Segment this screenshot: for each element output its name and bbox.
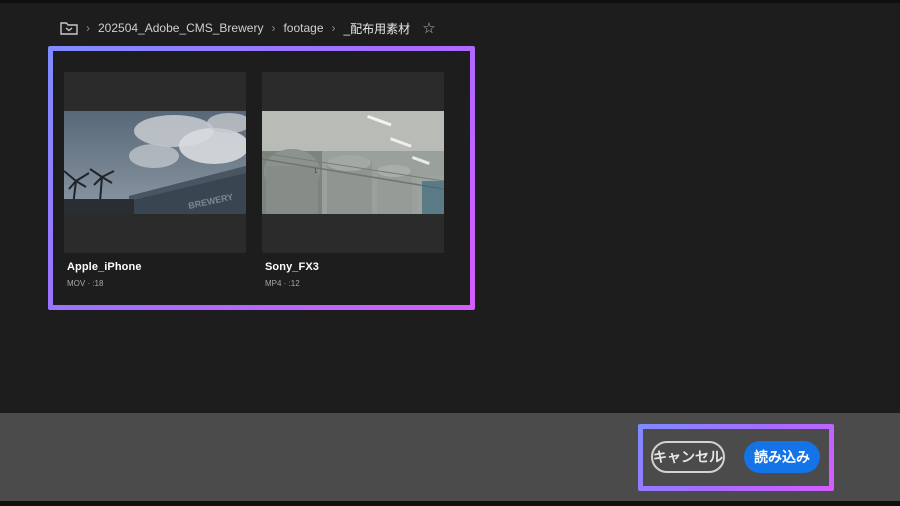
star-outline-icon[interactable]: ☆ bbox=[422, 19, 435, 37]
media-title: Sony_FX3 bbox=[265, 261, 319, 273]
bottom-edge bbox=[0, 501, 900, 506]
media-title: Apple_iPhone bbox=[67, 261, 142, 273]
thumbnail-frame: 1 bbox=[262, 72, 444, 253]
breadcrumb-separator: › bbox=[271, 21, 276, 35]
media-card-sony-fx3[interactable]: 1 Sony_FX3 MP4 · :12 bbox=[262, 72, 444, 288]
breadcrumb-item-project[interactable]: 202504_Adobe_CMS_Brewery bbox=[98, 21, 263, 35]
thumbnail-frame: BREWERY bbox=[64, 72, 246, 253]
sky-clouds-palm-building-thumbnail: BREWERY bbox=[64, 111, 246, 214]
media-card-apple-iphone[interactable]: BREWERY Apple_iPhone MOV · :18 bbox=[64, 72, 246, 288]
breadcrumb-item-current[interactable]: _配布用素材 bbox=[344, 20, 411, 37]
breadcrumb-item-footage[interactable]: footage bbox=[283, 21, 323, 35]
cancel-button[interactable]: キャンセル bbox=[651, 441, 725, 473]
media-meta: MP4 · :12 bbox=[265, 279, 300, 288]
media-meta: MOV · :18 bbox=[67, 279, 104, 288]
folder-icon[interactable] bbox=[60, 20, 78, 36]
brewery-tanks-thumbnail: 1 bbox=[262, 111, 444, 214]
import-button[interactable]: 読み込み bbox=[744, 441, 820, 473]
breadcrumb: › 202504_Adobe_CMS_Brewery › footage › _… bbox=[60, 17, 436, 39]
breadcrumb-separator: › bbox=[331, 21, 336, 35]
breadcrumb-separator: › bbox=[86, 21, 90, 35]
